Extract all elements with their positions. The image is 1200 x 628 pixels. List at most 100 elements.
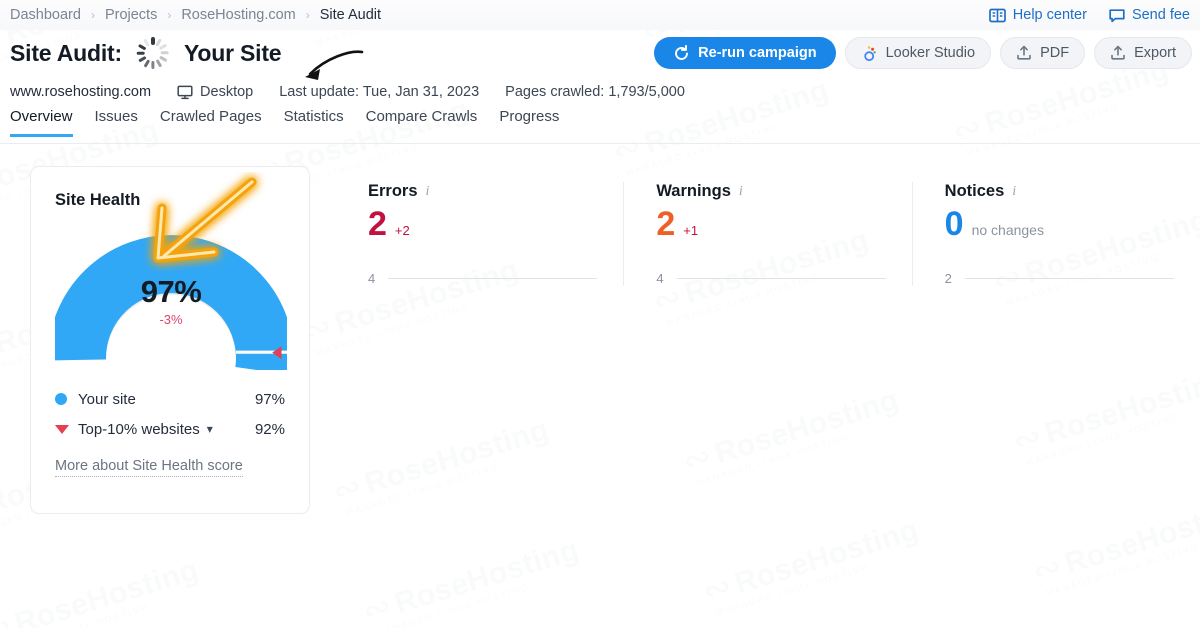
watermark-swirl: ∾: [0, 606, 17, 628]
tab-progress[interactable]: Progress: [499, 108, 559, 137]
info-icon[interactable]: i: [426, 184, 430, 200]
site-health-delta: -3%: [159, 312, 183, 327]
refresh-icon: [675, 44, 689, 60]
topbar-links: Help center Send fee: [988, 7, 1192, 23]
legend-value-your-site: 97%: [254, 390, 285, 408]
re-run-campaign-label: Re-run campaign: [698, 45, 817, 61]
site-health-legend: Your site 97% Top-10% websites ▾ 92%: [55, 384, 285, 444]
site-health-title: Site Health: [55, 191, 141, 209]
looker-studio-label: Looker Studio: [885, 45, 976, 61]
errors-header: Errors i: [368, 182, 623, 201]
site-url: www.rosehosting.com: [10, 84, 152, 100]
speech-bubble-icon: [1109, 8, 1125, 22]
looker-studio-button[interactable]: Looker Studio: [844, 37, 992, 69]
device-type: Desktop: [177, 84, 253, 100]
tab-compare-crawls[interactable]: Compare Crawls: [366, 108, 478, 137]
meta-info-row: www.rosehosting.com Desktop Last update:…: [0, 76, 1200, 108]
warnings-baseline: 4: [656, 271, 664, 286]
breadcrumb-separator-icon: ›: [90, 8, 95, 22]
notices-sparkline: 2: [945, 271, 1200, 286]
breadcrumb-separator-icon: ›: [167, 8, 172, 22]
info-icon[interactable]: i: [1012, 184, 1016, 200]
info-icon[interactable]: i: [739, 184, 743, 200]
warnings-title: Warnings: [656, 182, 731, 200]
tab-crawled-pages[interactable]: Crawled Pages: [160, 108, 262, 137]
re-run-campaign-button[interactable]: Re-run campaign: [654, 37, 836, 69]
notices-value: 0: [944, 205, 964, 243]
notices-delta: no changes: [971, 222, 1044, 238]
breadcrumb-item-site-audit: Site Audit: [319, 7, 382, 23]
gauge-center-labels: 97% -3%: [55, 276, 287, 327]
pdf-label: PDF: [1040, 45, 1070, 61]
watermark-swirl: ∾: [698, 566, 737, 611]
page-title: Site Audit:: [10, 39, 122, 66]
errors-baseline: 4: [368, 271, 376, 286]
tab-statistics[interactable]: Statistics: [284, 108, 344, 137]
notices-value-row: 0 no changes: [945, 207, 1200, 241]
export-label: Export: [1134, 45, 1176, 61]
watermark-swirl: ∾: [358, 586, 397, 628]
errors-sparkline: 4: [368, 271, 623, 286]
legend-dot-icon: [55, 393, 67, 405]
chevron-down-icon[interactable]: ▾: [207, 422, 213, 436]
site-health-gauge: 97% -3%: [55, 220, 287, 370]
warnings-value-row: 2 +1: [656, 207, 911, 241]
tab-overview[interactable]: Overview: [10, 108, 73, 137]
header-action-buttons: Re-run campaign Looker Studio PDF Export: [654, 37, 1192, 69]
site-health-value: 97%: [140, 274, 202, 309]
issue-stats-row: Errors i 2 +2 4 Warnings i 2 +1 4 Notice…: [310, 166, 1200, 286]
overview-content: Site Health 97% -3% Your site 97% Top-10…: [0, 144, 1200, 514]
help-center-link[interactable]: Help center: [988, 7, 1087, 23]
notices-spark-line: [964, 278, 1174, 279]
site-health-card: Site Health 97% -3% Your site 97% Top-10…: [30, 166, 310, 514]
help-center-label: Help center: [1012, 7, 1087, 23]
gauge-benchmark-marker-icon: [272, 346, 282, 360]
errors-value-row: 2 +2: [368, 207, 623, 241]
desktop-icon: [177, 85, 193, 99]
warnings-header: Warnings i: [656, 182, 911, 201]
upload-icon: [1111, 45, 1125, 60]
warnings-spark-line: [676, 278, 886, 279]
watermark: ∾RoseHostingMANAGED LINUX HOSTING: [0, 548, 206, 628]
breadcrumb-item-dashboard[interactable]: Dashboard: [10, 7, 81, 23]
legend-row-your-site: Your site 97%: [55, 384, 285, 414]
tab-bar: Overview Issues Crawled Pages Statistics…: [0, 108, 1200, 144]
notices-baseline: 2: [944, 271, 952, 286]
loading-spinner-icon: [136, 36, 170, 70]
breadcrumb-item-rosehosting[interactable]: RoseHosting.com: [181, 7, 295, 23]
watermark: ∾RoseHostingMANAGED LINUX HOSTING: [698, 508, 926, 619]
more-about-site-health-link[interactable]: More about Site Health score: [55, 458, 243, 477]
site-name: Your Site: [183, 39, 282, 66]
legend-row-top-10-websites[interactable]: Top-10% websites ▾ 92%: [55, 414, 285, 444]
pdf-button[interactable]: PDF: [1000, 37, 1086, 69]
watermark: ∾RoseHostingMANAGED LINUX HOSTING: [358, 528, 586, 628]
pages-crawled: Pages crawled: 1,793/5,000: [505, 84, 685, 100]
stat-card-notices: Notices i 0 no changes 2: [911, 182, 1200, 286]
breadcrumb-separator-icon: ›: [305, 8, 310, 22]
warnings-sparkline: 4: [656, 271, 911, 286]
page-title-row: Site Audit: Your Site Re-run campaign Lo…: [0, 30, 1200, 76]
breadcrumb: Dashboard › Projects › RoseHosting.com ›…: [10, 7, 381, 23]
warnings-delta: +1: [683, 223, 699, 238]
notices-header: Notices i: [945, 182, 1200, 201]
legend-value-top-10-websites: 92%: [254, 420, 285, 438]
send-feedback-link[interactable]: Send fee: [1109, 7, 1190, 23]
stat-card-errors: Errors i 2 +2 4: [336, 182, 623, 286]
send-feedback-label: Send fee: [1131, 7, 1190, 23]
tab-issues[interactable]: Issues: [95, 108, 138, 137]
page-title-group: Site Audit: Your Site: [10, 36, 282, 70]
errors-delta: +2: [394, 223, 410, 238]
breadcrumb-item-projects[interactable]: Projects: [105, 7, 157, 23]
errors-value: 2: [368, 205, 387, 243]
errors-spark-line: [388, 278, 598, 279]
export-button[interactable]: Export: [1094, 37, 1192, 69]
warnings-value: 2: [656, 205, 675, 243]
legend-label-your-site: Your site: [78, 390, 136, 408]
top-utility-bar: Dashboard › Projects › RoseHosting.com ›…: [0, 0, 1200, 30]
stat-card-warnings: Warnings i 2 +1 4: [623, 182, 911, 286]
device-label: Desktop: [200, 84, 254, 100]
errors-title: Errors: [368, 182, 418, 200]
looker-studio-icon: [863, 45, 876, 61]
legend-label-top-10-websites: Top-10% websites: [78, 420, 200, 438]
legend-triangle-icon: [55, 424, 69, 434]
